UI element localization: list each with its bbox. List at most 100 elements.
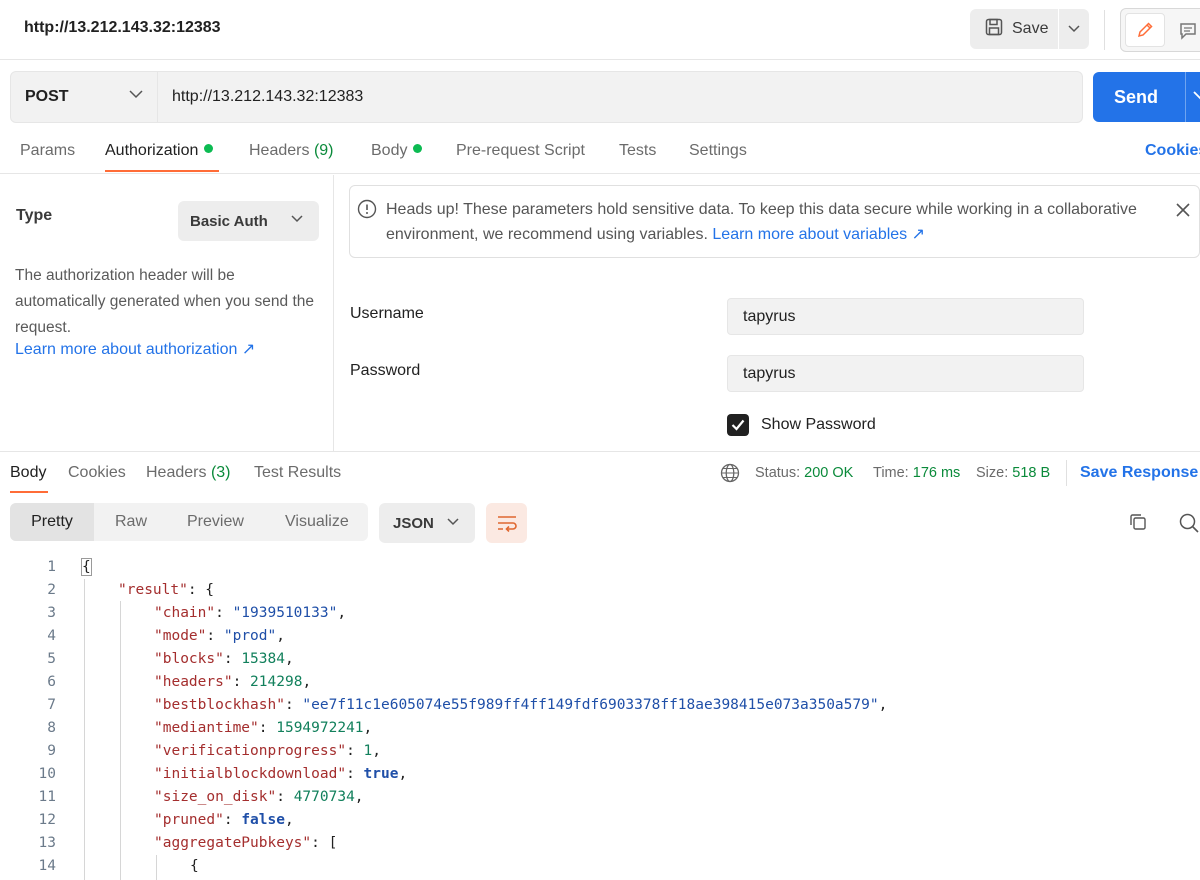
line-number: 1 <box>47 559 56 575</box>
chevron-down-icon[interactable] <box>1193 91 1200 100</box>
line-number: 2 <box>47 582 56 598</box>
pencil-icon <box>1137 22 1153 38</box>
save-button[interactable]: Save <box>970 9 1058 49</box>
line-number: 12 <box>38 812 56 828</box>
learn-more-variables-link[interactable]: Learn more about variables ↗ <box>712 226 925 243</box>
show-password-label[interactable]: Show Password <box>761 416 876 434</box>
info-icon <box>357 199 377 219</box>
request-header: http://13.212.143.32:12383 Save <box>0 0 1200 60</box>
request-title[interactable]: http://13.212.143.32:12383 <box>24 19 221 37</box>
tab-prerequest-script[interactable]: Pre-request Script <box>456 142 585 160</box>
response-body-viewer[interactable]: 1 {2 "result": { 3 "chain": "1939510133", 4 "m… <box>0 555 1200 880</box>
code-text: "aggregatePubkeys": [ <box>154 835 338 851</box>
save-label: Save <box>1012 20 1049 37</box>
code-text: "bestblockhash": "ee7f11c1e605074e55f989… <box>154 697 888 713</box>
size-indicator: Size: 518 B <box>976 465 1051 481</box>
save-icon <box>984 17 1004 42</box>
password-label: Password <box>350 362 421 379</box>
auth-type-select[interactable]: Basic Auth <box>178 201 319 241</box>
tab-tests[interactable]: Tests <box>619 142 656 160</box>
code-text: { <box>81 558 92 576</box>
line-number: 13 <box>38 835 56 851</box>
tab-body[interactable]: Body <box>371 142 423 160</box>
globe-icon[interactable] <box>720 463 740 483</box>
method-value: POST <box>25 88 69 105</box>
tab-settings[interactable]: Settings <box>689 142 747 160</box>
tab-response-cookies[interactable]: Cookies <box>68 464 126 482</box>
response-tabs: Body Cookies Headers (3) Test Results St… <box>0 451 1200 493</box>
learn-more-authorization-link[interactable]: Learn more about authorization ↗ <box>15 339 255 359</box>
format-select[interactable]: JSON <box>379 503 475 543</box>
code-text: "headers": 214298, <box>154 674 312 690</box>
view-mode-group: Pretty Raw Preview Visualize <box>10 503 368 541</box>
tab-authorization[interactable]: Authorization <box>105 142 214 160</box>
line-number: 5 <box>47 651 56 667</box>
line-number: 9 <box>47 743 56 759</box>
auth-type-pane: Type Basic Auth The authorization header… <box>0 175 334 452</box>
comments-button[interactable] <box>1173 17 1200 45</box>
tab-response-headers[interactable]: Headers (3) <box>146 464 231 482</box>
edit-mode-button[interactable] <box>1125 13 1165 47</box>
view-pretty-button[interactable]: Pretty <box>10 503 94 541</box>
wrap-lines-icon <box>497 516 517 532</box>
code-text: "mode": "prod", <box>154 628 285 644</box>
active-tab-indicator <box>105 170 219 172</box>
chevron-down-icon <box>129 90 143 99</box>
search-icon[interactable] <box>1178 512 1200 534</box>
save-response-button[interactable]: Save Response <box>1080 464 1198 482</box>
show-password-checkbox[interactable] <box>727 414 749 436</box>
tab-test-results[interactable]: Test Results <box>254 464 341 482</box>
copy-icon[interactable] <box>1128 512 1148 532</box>
sensitive-data-banner: Heads up! These parameters hold sensitiv… <box>349 185 1200 258</box>
code-text: "size_on_disk": 4770734, <box>154 789 364 805</box>
chevron-down-icon <box>291 215 303 223</box>
auth-type-value: Basic Auth <box>190 212 268 230</box>
status-indicator: Status: 200 OK <box>755 465 854 481</box>
view-raw-button[interactable]: Raw <box>115 503 147 541</box>
tab-response-body[interactable]: Body <box>10 464 46 482</box>
line-number: 3 <box>47 605 56 621</box>
banner-message: Heads up! These parameters hold sensitiv… <box>386 201 1137 243</box>
send-button[interactable]: Send <box>1093 72 1200 122</box>
view-preview-button[interactable]: Preview <box>187 503 244 541</box>
active-tab-indicator <box>10 491 48 493</box>
method-select[interactable]: POST <box>10 71 158 123</box>
password-input[interactable]: tapyrus <box>727 355 1084 392</box>
chevron-down-icon <box>447 518 459 526</box>
username-label: Username <box>350 305 424 322</box>
code-text: "verificationprogress": 1, <box>154 743 381 759</box>
status-dot <box>204 144 214 153</box>
view-visualize-button[interactable]: Visualize <box>285 503 349 541</box>
time-indicator: Time: 176 ms <box>873 465 961 481</box>
line-number: 7 <box>47 697 56 713</box>
line-number: 14 <box>38 858 56 874</box>
tab-headers[interactable]: Headers (9) <box>249 142 334 160</box>
send-label: Send <box>1114 86 1159 107</box>
code-text: { <box>190 858 199 874</box>
close-icon[interactable] <box>1174 201 1192 219</box>
auth-description: The authorization header will be automat… <box>15 267 315 336</box>
username-input[interactable]: tapyrus <box>727 298 1084 335</box>
save-options-button[interactable] <box>1059 9 1089 49</box>
wrap-lines-button[interactable] <box>486 503 527 543</box>
line-number: 10 <box>38 766 56 782</box>
chevron-down-icon <box>1068 25 1080 33</box>
code-text: "mediantime": 1594972241, <box>154 720 373 736</box>
code-text: "chain": "1939510133", <box>154 605 347 621</box>
line-number: 4 <box>47 628 56 644</box>
code-text: "initialblockdownload": true, <box>154 766 408 782</box>
line-number: 6 <box>47 674 56 690</box>
status-dot <box>413 144 423 153</box>
code-text: "result": { <box>118 582 215 598</box>
line-number: 8 <box>47 720 56 736</box>
tab-params[interactable]: Params <box>20 142 75 160</box>
url-input[interactable]: http://13.212.143.32:12383 <box>158 71 1083 123</box>
cookies-link[interactable]: Cookies <box>1145 142 1200 160</box>
mode-toggle <box>1120 8 1200 52</box>
code-text: "blocks": 15384, <box>154 651 294 667</box>
format-value: JSON <box>393 514 434 532</box>
comment-icon <box>1180 23 1196 40</box>
type-label: Type <box>16 207 53 224</box>
code-text: "pruned": false, <box>154 812 294 828</box>
request-tabs: Params Authorization Headers (9) Body Pr… <box>0 132 1200 174</box>
